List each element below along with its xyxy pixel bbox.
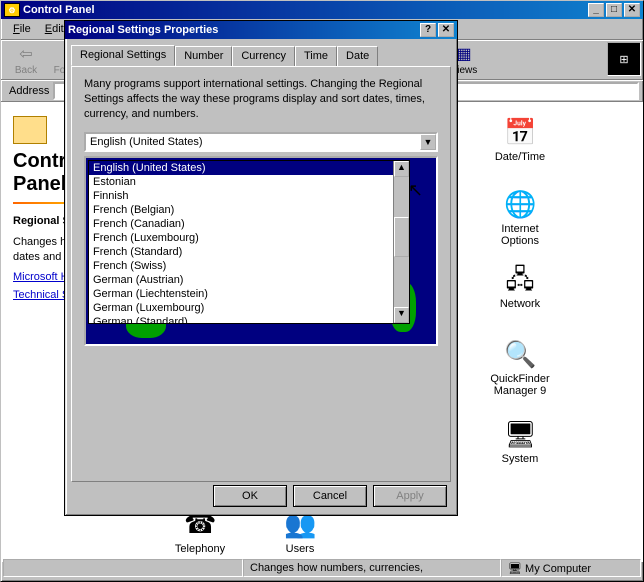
- icon-network[interactable]: 🖧Network: [481, 263, 559, 310]
- computer-icon: 🖥: [504, 418, 536, 450]
- icon-internet[interactable]: 🌐Internet Options: [481, 188, 559, 247]
- combo-value: English (United States): [86, 136, 420, 148]
- tab-regional[interactable]: Regional Settings: [71, 45, 175, 66]
- magnifier-icon: 🔍: [504, 338, 536, 370]
- apply-button[interactable]: Apply: [373, 485, 447, 507]
- status-mid: Changes how numbers, currencies,: [243, 559, 501, 577]
- globe-icon: 🌐: [504, 188, 536, 220]
- list-item[interactable]: Finnish: [89, 189, 409, 203]
- minimize-button[interactable]: _: [588, 3, 604, 17]
- list-item[interactable]: French (Standard): [89, 245, 409, 259]
- main-titlebar: ⚙ Control Panel _ □ ✕: [1, 1, 643, 19]
- dialog-titlebar: Regional Settings Properties ? ✕: [65, 21, 457, 39]
- ok-button[interactable]: OK: [213, 485, 287, 507]
- dialog-close-button[interactable]: ✕: [438, 23, 454, 37]
- tab-date[interactable]: Date: [337, 46, 378, 67]
- scrollbar[interactable]: ▲ ▼: [393, 161, 409, 323]
- list-item[interactable]: German (Liechtenstein): [89, 287, 409, 301]
- locale-combo[interactable]: English (United States) ▼: [84, 132, 438, 152]
- list-item[interactable]: German (Austrian): [89, 273, 409, 287]
- address-label: Address: [5, 85, 53, 97]
- tab-body: Many programs support international sett…: [71, 66, 451, 482]
- close-button[interactable]: ✕: [624, 3, 640, 17]
- list-item[interactable]: German (Luxembourg): [89, 301, 409, 315]
- list-item[interactable]: English (United States): [89, 161, 409, 175]
- status-left: [3, 559, 243, 577]
- tab-time[interactable]: Time: [295, 46, 337, 67]
- dialog-help-button[interactable]: ?: [420, 23, 436, 37]
- icon-datetime[interactable]: 📅Date/Time: [481, 116, 559, 163]
- explain-text: Many programs support international sett…: [84, 77, 438, 122]
- control-panel-icon: ⚙: [4, 3, 20, 17]
- maximize-button[interactable]: □: [606, 3, 622, 17]
- regional-settings-dialog: Regional Settings Properties ? ✕ Regiona…: [64, 20, 458, 516]
- network-icon: 🖧: [504, 263, 536, 295]
- tab-number[interactable]: Number: [175, 46, 232, 67]
- back-button[interactable]: ⇦Back: [3, 42, 49, 78]
- main-title: Control Panel: [23, 4, 95, 16]
- list-item[interactable]: German (Standard): [89, 315, 409, 324]
- calendar-icon: 📅: [504, 116, 536, 148]
- menu-file[interactable]: File: [7, 21, 37, 37]
- icon-quickfinder[interactable]: 🔍QuickFinder Manager 9: [481, 338, 559, 397]
- list-item[interactable]: French (Canadian): [89, 217, 409, 231]
- status-right: 🖥 My Computer: [501, 559, 641, 577]
- list-item[interactable]: French (Luxembourg): [89, 231, 409, 245]
- scroll-thumb[interactable]: [394, 217, 409, 257]
- dialog-title: Regional Settings Properties: [68, 24, 218, 36]
- tab-currency[interactable]: Currency: [232, 46, 295, 67]
- list-item[interactable]: French (Swiss): [89, 259, 409, 273]
- list-item[interactable]: Estonian: [89, 175, 409, 189]
- tab-row: Regional Settings Number Currency Time D…: [65, 39, 457, 66]
- world-map: English (United States) Estonian Finnish…: [84, 156, 438, 346]
- locale-listbox[interactable]: English (United States) Estonian Finnish…: [88, 160, 410, 324]
- scroll-down-icon[interactable]: ▼: [394, 307, 409, 323]
- icon-system[interactable]: 🖥System: [481, 418, 559, 465]
- throbber-icon: ⊞: [607, 42, 641, 76]
- scroll-up-icon[interactable]: ▲: [394, 161, 409, 177]
- statusbar: Changes how numbers, currencies, 🖥 My Co…: [3, 559, 641, 579]
- mycomputer-icon: 🖥: [508, 563, 525, 575]
- chevron-down-icon[interactable]: ▼: [420, 134, 436, 150]
- folder-icon: [13, 116, 47, 144]
- cancel-button[interactable]: Cancel: [293, 485, 367, 507]
- dialog-buttons: OK Cancel Apply: [213, 485, 447, 507]
- list-item[interactable]: French (Belgian): [89, 203, 409, 217]
